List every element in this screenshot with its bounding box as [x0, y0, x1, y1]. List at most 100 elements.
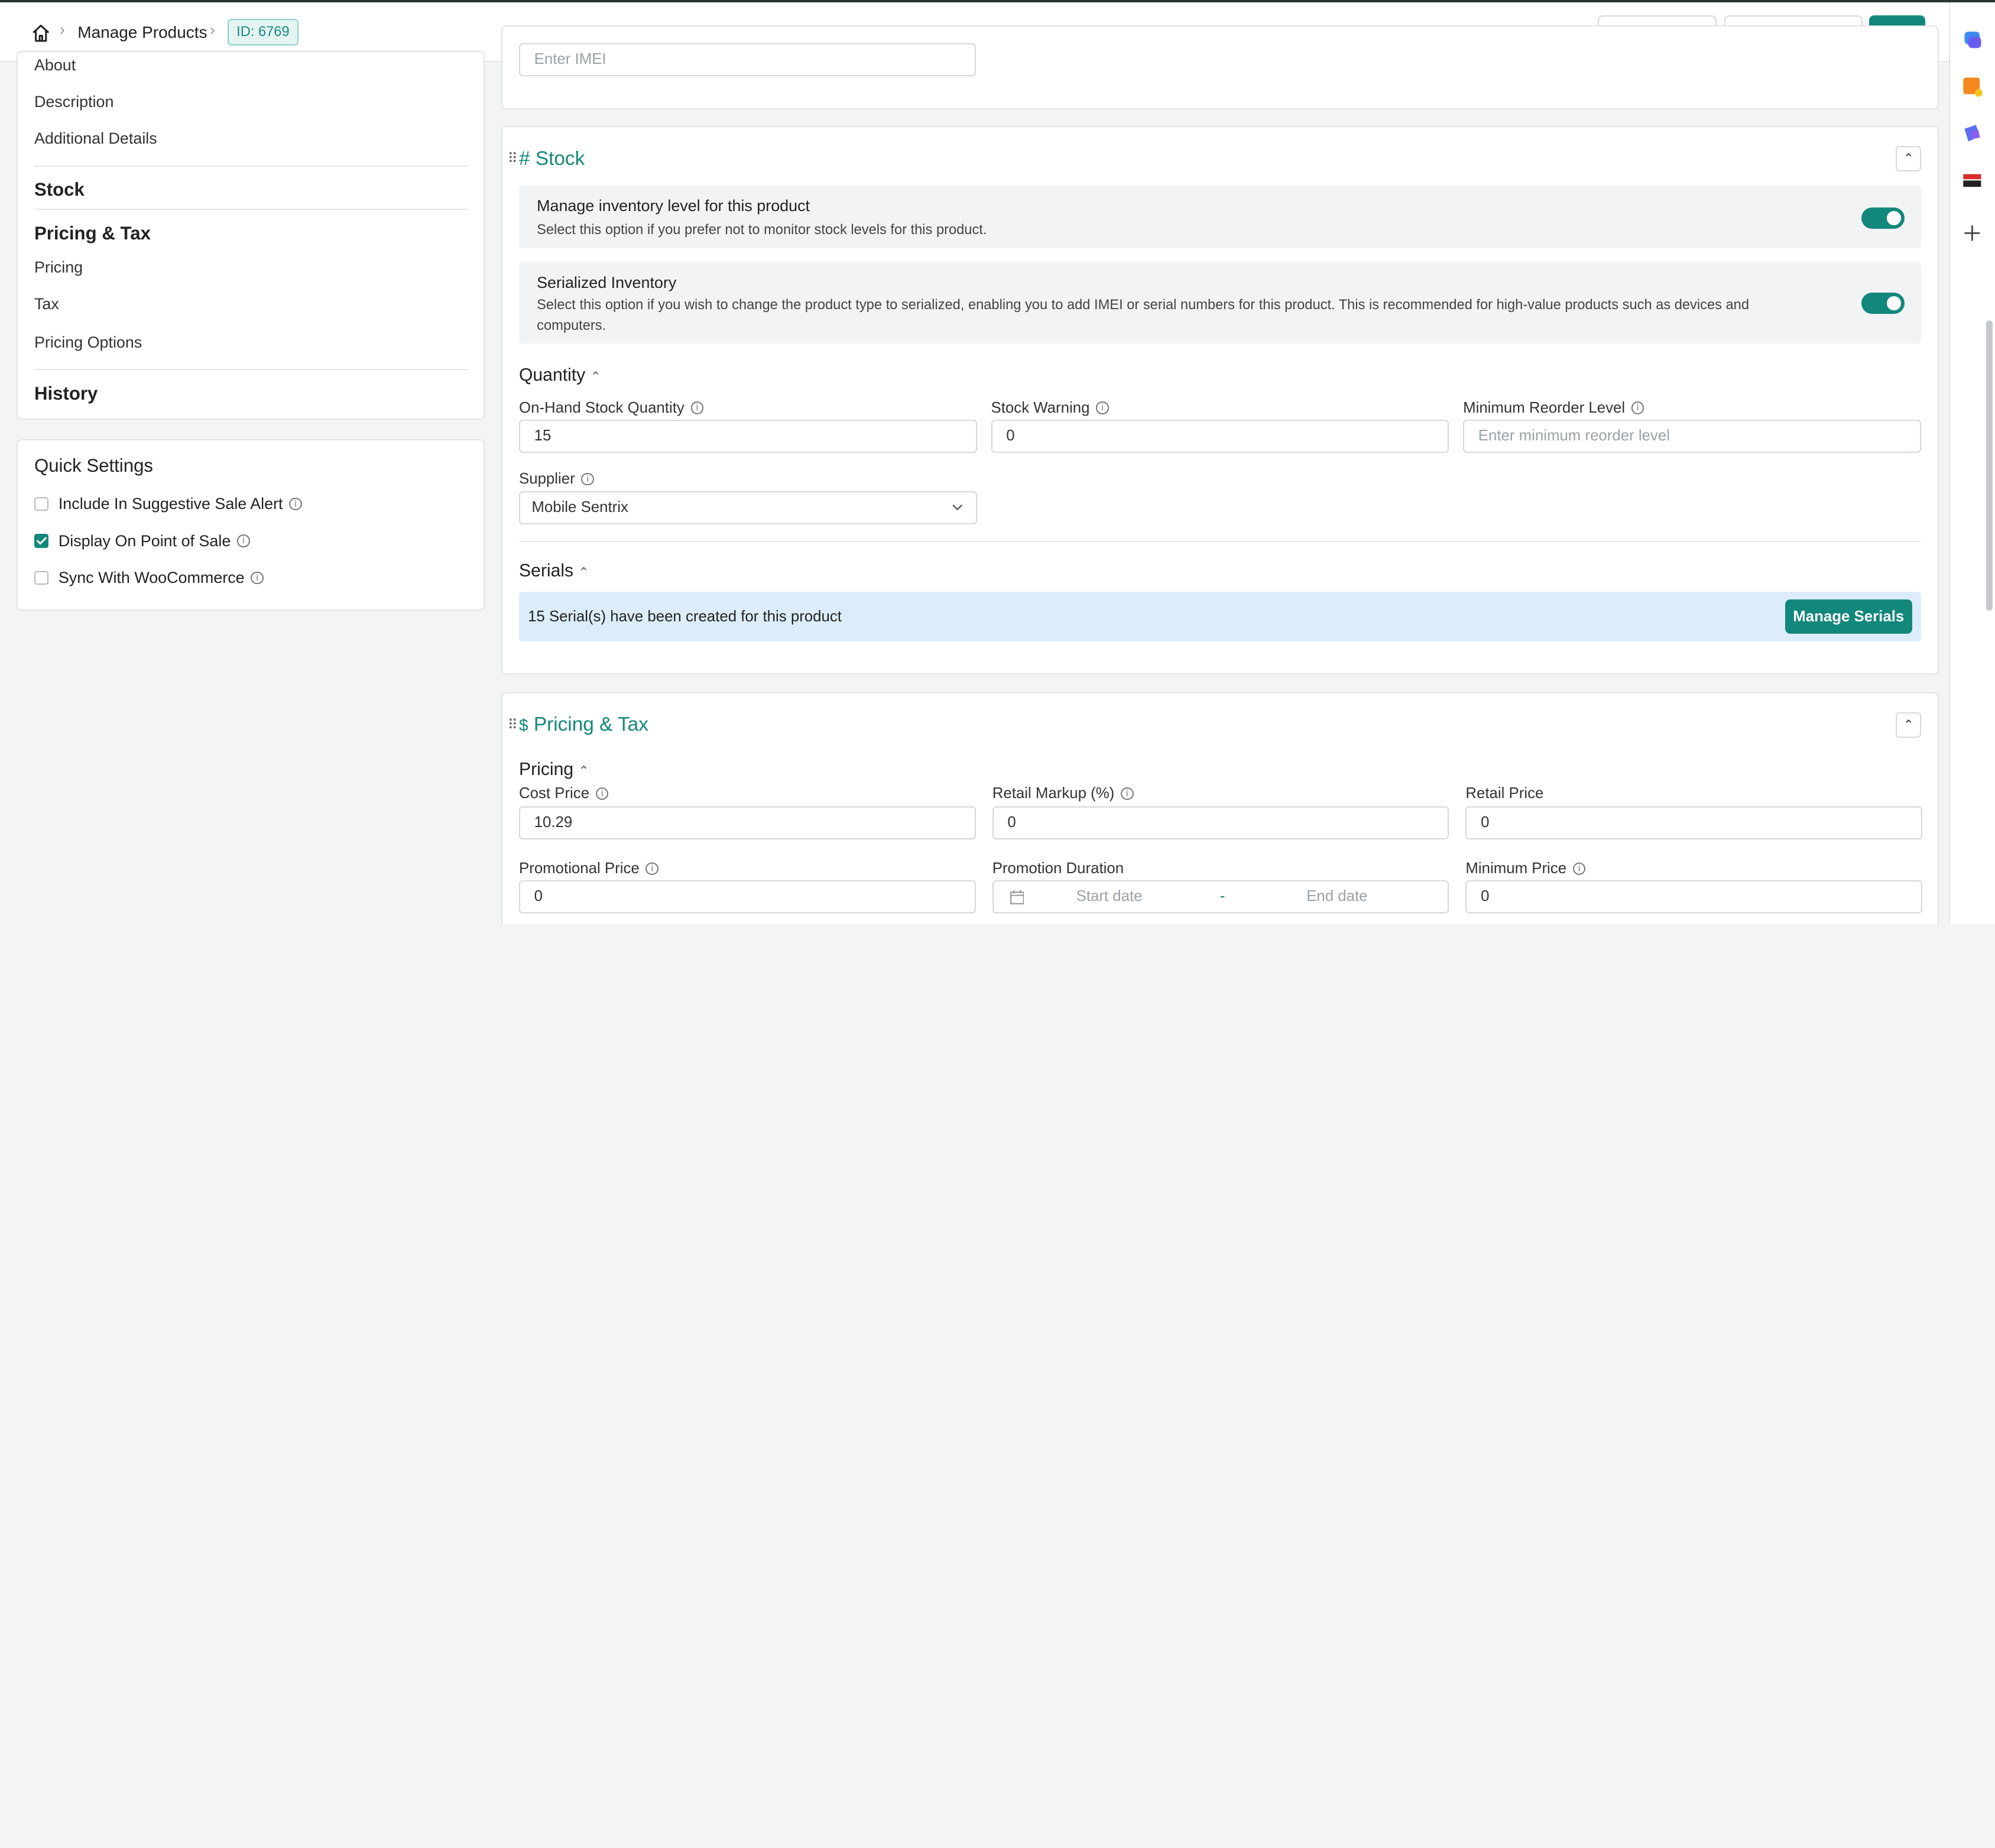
quick-settings-title: Quick Settings — [34, 455, 154, 476]
serials-count-text: 15 Serial(s) have been created for this … — [528, 608, 842, 625]
promotion-duration-label: Promotion Duration — [992, 860, 1124, 877]
info-icon[interactable]: i — [251, 571, 264, 585]
serials-info-bar: 15 Serial(s) have been created for this … — [519, 591, 1921, 641]
breadcrumb-manage-products[interactable]: Manage Products — [77, 23, 207, 42]
stock-title-text: Stock — [535, 147, 585, 170]
serialized-inventory-toggle[interactable] — [1861, 292, 1905, 315]
minimum-price-input[interactable]: 0 — [1465, 880, 1923, 914]
hash-icon: # — [519, 147, 530, 170]
cost-price-label: Cost Price i — [519, 784, 609, 802]
chevron-down-icon — [952, 504, 963, 511]
tool-app-icon[interactable] — [1961, 169, 1984, 192]
promotional-price-input[interactable]: 0 — [519, 880, 976, 914]
nav-item-additional-details[interactable]: Additional Details — [34, 129, 157, 148]
info-icon[interactable]: i — [1572, 862, 1586, 876]
display-on-pos-option[interactable]: Display On Point of Sale i — [34, 532, 250, 550]
on-hand-quantity-input[interactable]: 15 — [519, 420, 977, 453]
serialized-inventory-desc: Select this option if you wish to change… — [537, 297, 1749, 333]
stock-section-title: # Stock — [519, 148, 585, 170]
cost-price-label-text: Cost Price — [519, 784, 590, 802]
checkbox[interactable] — [34, 570, 48, 585]
suggestive-sale-alert-option[interactable]: Include In Suggestive Sale Alert i — [34, 495, 302, 513]
pricing-heading[interactable]: Pricing ⌃ — [519, 760, 589, 780]
info-icon[interactable]: i — [289, 497, 302, 511]
min-reorder-input[interactable]: Enter minimum reorder level — [1463, 420, 1921, 453]
pricing-heading-text: Pricing — [519, 759, 574, 779]
info-icon[interactable]: i — [595, 787, 609, 800]
end-date-input[interactable]: End date — [1306, 881, 1367, 912]
product-id-badge: ID: 6769 — [228, 19, 299, 46]
section-nav-card: About Description Additional Details Sto… — [16, 51, 485, 420]
stock-warning-label-text: Stock Warning — [991, 399, 1090, 416]
option-label: Include In Suggestive Sale Alert — [58, 495, 283, 513]
collapse-pricing-button[interactable]: ⌃ — [1896, 712, 1922, 738]
option-label: Display On Point of Sale — [58, 531, 231, 550]
nav-item-about[interactable]: About — [34, 56, 76, 74]
retail-markup-label-text: Retail Markup (%) — [992, 784, 1115, 802]
extension-app-icon[interactable] — [1961, 122, 1984, 145]
checkbox[interactable] — [34, 497, 48, 511]
chevron-up-icon: ⌃ — [590, 369, 601, 384]
info-icon[interactable]: i — [1631, 401, 1644, 414]
info-icon[interactable]: i — [1121, 787, 1134, 800]
promotional-price-label: Promotional Price i — [519, 860, 658, 877]
cost-price-input[interactable]: 10.29 — [519, 806, 976, 840]
notes-app-icon[interactable] — [1961, 75, 1984, 98]
sync-woocommerce-option[interactable]: Sync With WooCommerce i — [34, 569, 264, 587]
about-section-card: Enter IMEI — [501, 25, 1939, 110]
chevron-up-icon: ⌃ — [578, 763, 589, 778]
page: › Manage Products › ID: 6769 Print Label… — [0, 0, 1995, 924]
manage-inventory-title: Manage inventory level for this product — [537, 197, 810, 215]
nav-heading-history[interactable]: History — [34, 383, 98, 404]
serials-heading[interactable]: Serials ⌃ — [519, 561, 589, 581]
add-icon[interactable] — [1961, 222, 1984, 245]
nav-heading-pricing-tax[interactable]: Pricing & Tax — [34, 223, 151, 244]
checkbox-checked[interactable] — [34, 534, 48, 548]
manage-inventory-toggle[interactable] — [1861, 207, 1905, 229]
quick-settings-card: Quick Settings Include In Suggestive Sal… — [16, 439, 485, 611]
min-reorder-label-text: Minimum Reorder Level — [1463, 399, 1626, 416]
start-date-input[interactable]: Start date — [1076, 881, 1143, 912]
info-icon[interactable]: i — [581, 472, 594, 486]
on-hand-label-text: On-Hand Stock Quantity — [519, 399, 685, 416]
supplier-label: Supplier i — [519, 471, 594, 488]
manage-serials-button[interactable]: Manage Serials — [1785, 599, 1912, 634]
promotion-duration-range[interactable]: Start date - End date — [992, 880, 1449, 914]
info-icon[interactable]: i — [1096, 401, 1109, 414]
retail-markup-input[interactable]: 0 — [992, 806, 1449, 840]
nav-divider — [34, 165, 468, 167]
quantity-heading-text: Quantity — [519, 365, 586, 385]
manage-inventory-option: Manage inventory level for this product … — [519, 186, 1921, 248]
retail-price-input[interactable]: 0 — [1465, 806, 1923, 840]
option-label: Sync With WooCommerce — [58, 568, 245, 586]
supplier-label-text: Supplier — [519, 471, 575, 488]
drag-handle-icon[interactable]: ⠿ — [508, 716, 518, 734]
pricing-tax-section-card: ⠿ $ Pricing & Tax ⌃ Pricing ⌃ Cost Price… — [501, 692, 1939, 924]
supplier-select[interactable]: Mobile Sentrix — [519, 491, 977, 524]
scrollbar-thumb[interactable] — [1986, 320, 1993, 611]
serialized-inventory-option: Serialized Inventory Select this option … — [519, 262, 1921, 343]
nav-item-description[interactable]: Description — [34, 93, 114, 111]
quantity-heading[interactable]: Quantity ⌃ — [519, 365, 601, 385]
on-hand-label: On-Hand Stock Quantity i — [519, 399, 704, 417]
min-reorder-label: Minimum Reorder Level i — [1463, 400, 1644, 417]
stock-warning-input[interactable]: 0 — [991, 420, 1449, 453]
supplier-value: Mobile Sentrix — [531, 498, 628, 516]
nav-item-tax[interactable]: Tax — [34, 295, 59, 313]
chat-app-icon[interactable] — [1961, 28, 1984, 51]
imei-input[interactable]: Enter IMEI — [519, 43, 976, 76]
serialized-inventory-title: Serialized Inventory — [537, 273, 677, 291]
stock-warning-label: Stock Warning i — [991, 400, 1109, 417]
drag-handle-icon[interactable]: ⠿ — [508, 150, 518, 167]
collapse-stock-button[interactable]: ⌃ — [1896, 146, 1922, 172]
info-icon[interactable]: i — [645, 862, 658, 876]
nav-heading-stock[interactable]: Stock — [34, 179, 85, 200]
nav-item-pricing-options[interactable]: Pricing Options — [34, 333, 142, 352]
promotional-price-label-text: Promotional Price — [519, 860, 640, 877]
nav-item-pricing[interactable]: Pricing — [34, 258, 83, 277]
info-icon[interactable]: i — [690, 401, 704, 414]
info-icon[interactable]: i — [237, 534, 250, 547]
minimum-price-label-text: Minimum Price — [1465, 860, 1567, 877]
home-icon[interactable] — [31, 23, 51, 43]
retail-price-label: Retail Price — [1465, 784, 1544, 802]
